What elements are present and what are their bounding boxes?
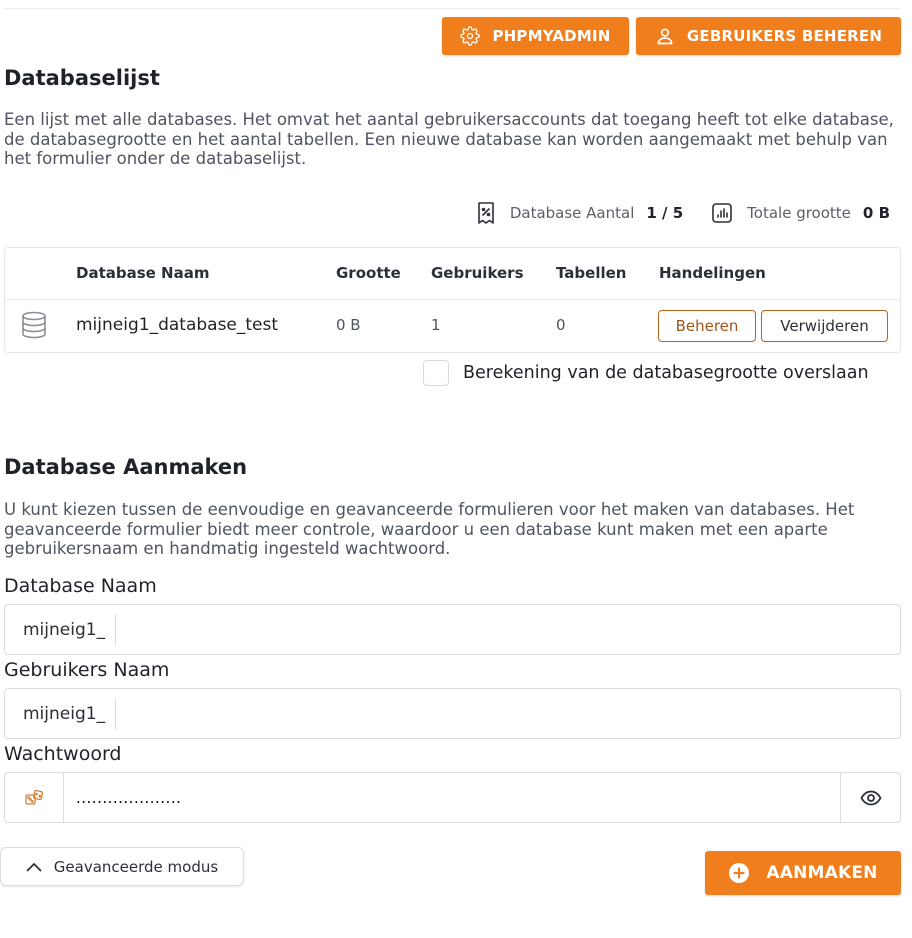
user-name-input[interactable]	[116, 689, 900, 738]
advanced-mode-button[interactable]: Geavanceerde modus	[0, 847, 244, 886]
password-field	[4, 772, 901, 823]
delete-database-button[interactable]: Verwijderen	[761, 310, 888, 342]
manage-users-button[interactable]: GEBRUIKERS BEHEREN	[636, 17, 901, 55]
phpmyadmin-button[interactable]: PHPMYADMIN	[442, 17, 629, 55]
column-header-name: Database Naam	[76, 264, 210, 282]
chevron-up-icon	[26, 858, 42, 876]
user-name-field: mijneig1_	[4, 688, 901, 739]
database-list-title: Databaselijst	[4, 66, 160, 90]
total-size-value: 0 B	[862, 204, 890, 222]
column-header-size: Grootte	[336, 264, 401, 282]
phpmyadmin-label: PHPMYADMIN	[492, 27, 611, 45]
table-row-divider	[5, 299, 900, 300]
advanced-mode-label: Geavanceerde modus	[53, 857, 219, 876]
database-size-cell: 0 B	[336, 316, 361, 334]
database-count-label: Database Aantal	[509, 204, 635, 222]
create-database-label: AANMAKEN	[766, 863, 878, 883]
user-name-label: Gebruikers Naam	[4, 659, 170, 681]
database-name-field: mijneig1_	[4, 604, 901, 655]
database-name-input[interactable]	[116, 605, 900, 654]
database-tables-cell: 0	[556, 316, 566, 334]
database-stats: Database Aantal 1 / 5 Totale grootte 0 B	[476, 201, 890, 225]
database-icon	[21, 311, 47, 343]
password-input[interactable]	[64, 773, 840, 822]
skip-size-calculation: Berekening van de databasegrootte oversl…	[423, 360, 869, 386]
skip-size-label: Berekening van de databasegrootte oversl…	[463, 363, 869, 383]
eye-icon[interactable]	[840, 773, 900, 822]
database-name-prefix: mijneig1_	[5, 613, 117, 646]
create-database-title: Database Aanmaken	[4, 455, 248, 479]
password-label: Wachtwoord	[4, 743, 122, 765]
settings-icon	[460, 26, 481, 46]
database-name-label: Database Naam	[4, 575, 157, 597]
manage-users-label: GEBRUIKERS BEHEREN	[686, 27, 883, 45]
database-name-cell: mijneig1_database_test	[76, 315, 279, 335]
user-icon	[655, 26, 675, 46]
database-count-value: 1 / 5	[646, 204, 684, 222]
bar-chart-icon	[711, 202, 733, 224]
total-size-label: Totale grootte	[747, 204, 851, 222]
skip-size-checkbox[interactable]	[423, 360, 449, 386]
create-database-description: U kunt kiezen tussen de eenvoudige en ge…	[4, 500, 855, 558]
database-table: Database Naam Grootte Gebruikers Tabelle…	[4, 247, 901, 353]
user-name-prefix: mijneig1_	[5, 697, 117, 730]
column-header-users: Gebruikers	[431, 264, 524, 282]
create-database-button[interactable]: AANMAKEN	[705, 851, 901, 895]
database-list-description: Een lijst met alle databases. Het omvat …	[4, 110, 894, 168]
dice-icon[interactable]	[5, 773, 64, 822]
receipt-icon	[476, 201, 496, 225]
column-header-tables: Tabellen	[556, 264, 627, 282]
plus-circle-icon	[728, 862, 750, 884]
database-users-cell: 1	[431, 316, 441, 334]
top-divider	[4, 8, 900, 9]
manage-database-button[interactable]: Beheren	[658, 310, 756, 342]
column-header-actions: Handelingen	[659, 264, 766, 282]
